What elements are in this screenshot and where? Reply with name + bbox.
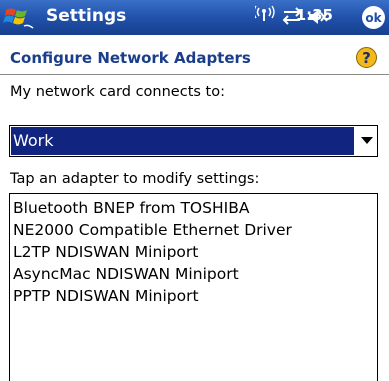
page-title: Configure Network Adapters	[10, 49, 251, 67]
adapter-list[interactable]: Bluetooth BNEP from TOSHIBA NE2000 Compa…	[9, 193, 378, 381]
network-dropdown[interactable]: Work	[9, 125, 378, 157]
title-bar: Settings 1:35 ok	[0, 0, 389, 35]
help-icon[interactable]: ?	[356, 47, 377, 68]
list-item[interactable]: NE2000 Compatible Ethernet Driver	[10, 219, 377, 241]
ok-button[interactable]: ok	[362, 6, 385, 29]
list-item[interactable]: L2TP NDISWAN Miniport	[10, 241, 377, 263]
app-title: Settings	[46, 6, 127, 26]
connects-to-label: My network card connects to:	[10, 84, 225, 100]
network-dropdown-value[interactable]: Work	[11, 127, 354, 155]
list-item[interactable]: AsyncMac NDISWAN Miniport	[10, 263, 377, 285]
chevron-down-icon[interactable]	[361, 137, 373, 144]
adapters-label: Tap an adapter to modify settings:	[10, 171, 260, 187]
clock-time[interactable]: 1:35	[296, 6, 333, 24]
signal-antenna-icon[interactable]	[253, 5, 275, 21]
list-item[interactable]: PPTP NDISWAN Miniport	[10, 285, 377, 307]
page-header: Configure Network Adapters ?	[0, 35, 389, 75]
list-item[interactable]: Bluetooth BNEP from TOSHIBA	[10, 197, 377, 219]
windows-start-icon[interactable]	[2, 2, 40, 33]
